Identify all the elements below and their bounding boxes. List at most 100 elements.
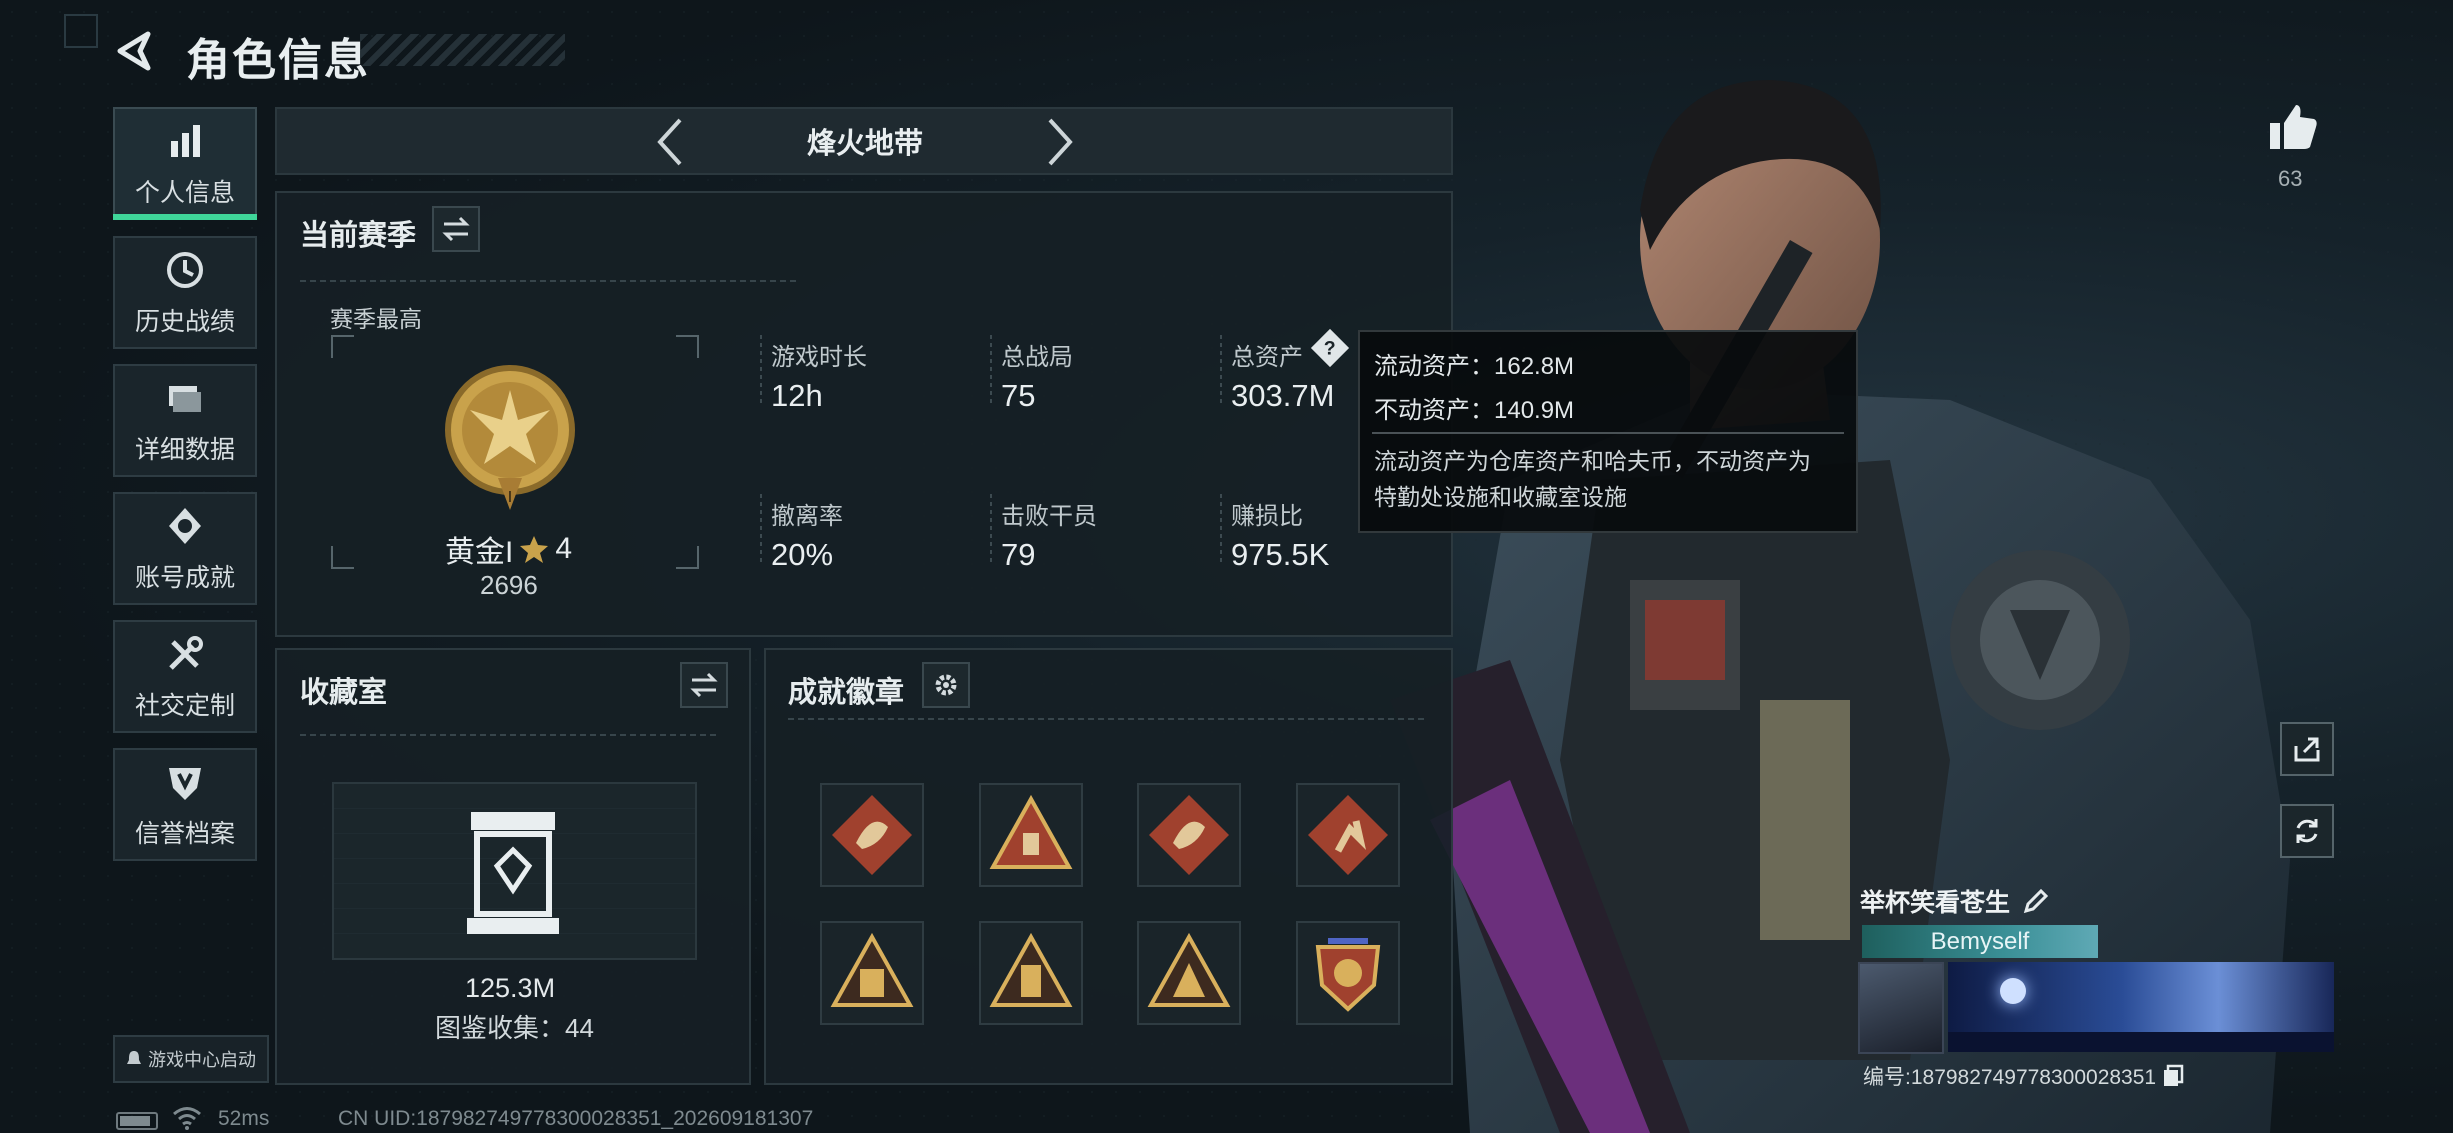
gear-icon	[935, 674, 957, 696]
moon-icon	[2000, 978, 2026, 1004]
player-id-row: 编号:187982749778300028351	[1863, 1061, 2184, 1091]
stat-label-operators-defeated: 击败干员	[1001, 503, 1097, 530]
stat-value-playtime: 12h	[771, 378, 823, 413]
tooltip-divider	[1372, 432, 1844, 434]
collection-switch-button[interactable]	[680, 662, 728, 708]
tower-badge-icon	[1147, 932, 1231, 1007]
nav-personal-info[interactable]: 个人信息	[113, 107, 257, 220]
tools-icon	[169, 635, 203, 670]
mode-name: 烽火地带	[806, 128, 923, 160]
nav-label: 历史战绩	[134, 307, 235, 336]
divider	[300, 280, 800, 282]
gold-rank-emblem: I	[445, 365, 575, 510]
stat-separator	[990, 494, 992, 564]
stat-label-profit-ratio: 赚损比	[1231, 503, 1303, 530]
stat-value-total-assets: 303.7M	[1231, 378, 1335, 413]
swap-icon	[442, 216, 470, 242]
title-decoration	[360, 34, 565, 66]
star-icon	[520, 536, 549, 563]
rank-stars: 4	[555, 532, 573, 565]
nav-social-custom[interactable]: 社交定制	[113, 620, 257, 733]
badge-slot[interactable]	[1296, 921, 1400, 1025]
share-icon	[2294, 737, 2320, 762]
nav-credit-record[interactable]: 信誉档案	[113, 748, 257, 861]
player-banner[interactable]	[1948, 962, 2334, 1052]
badge-slot[interactable]	[979, 783, 1083, 887]
swap-icon	[690, 672, 718, 698]
account-uid: CN UID:187982749778300028351_20260918130…	[338, 1107, 814, 1130]
refresh-button[interactable]	[2280, 804, 2334, 858]
rank-name: 黄金I	[445, 536, 514, 569]
nav-achievements[interactable]: 账号成就	[113, 492, 257, 605]
bar-chart-icon	[171, 124, 200, 157]
page-title: 角色信息	[186, 36, 370, 85]
corner-decoration	[64, 14, 98, 48]
display-case-icon	[467, 812, 559, 934]
next-mode-arrow-icon[interactable]	[1040, 112, 1080, 172]
season-switch-button[interactable]	[432, 206, 480, 252]
stat-value-profit-ratio: 975.5K	[1231, 537, 1330, 572]
player-id: 编号:187982749778300028351	[1863, 1066, 2157, 1089]
game-center-label: 游戏中心启动	[148, 1050, 256, 1070]
ping-value: 52ms	[218, 1107, 270, 1130]
avatar[interactable]	[1858, 962, 1944, 1054]
stat-value-extraction-rate: 20%	[771, 537, 834, 572]
game-center-launch-button[interactable]: 游戏中心启动	[113, 1035, 269, 1083]
folder-icon	[169, 385, 201, 412]
nav-label: 详细数据	[134, 435, 235, 464]
rank-line: 黄金I 4	[445, 527, 572, 571]
share-button[interactable]	[2280, 722, 2334, 776]
history-icon	[167, 251, 203, 288]
copy-icon[interactable]	[2162, 1064, 2184, 1088]
collection-title: 收藏室	[300, 677, 388, 709]
player-name: 举杯笑看苍生	[1860, 889, 2011, 917]
tooltip-fixed-assets: 不动资产：140.9M	[1374, 397, 1575, 424]
edit-icon[interactable]	[2022, 887, 2050, 915]
collection-count: 图鉴收集：44	[435, 1013, 594, 1043]
refresh-icon	[2296, 819, 2318, 843]
tooltip-note-line-2: 特勤处设施和收藏室设施	[1374, 484, 1627, 510]
stat-separator	[1220, 335, 1222, 405]
triangle-badge-icon	[989, 794, 1073, 869]
tower-badge-icon	[989, 932, 1073, 1007]
stat-label-total-assets: 总资产	[1231, 344, 1303, 371]
badge-slot[interactable]	[979, 921, 1083, 1025]
stat-label-playtime: 游戏时长	[771, 344, 867, 371]
divider	[788, 718, 1428, 720]
wifi-icon	[173, 1107, 201, 1130]
nav-label: 社交定制	[134, 691, 235, 720]
battery-icon	[116, 1112, 158, 1130]
rank-score: 2696	[480, 570, 538, 600]
tower-badge-icon	[830, 932, 914, 1007]
badge-slot[interactable]	[820, 921, 924, 1025]
dragon-badge-icon	[832, 795, 912, 875]
collection-value: 125.3M	[465, 973, 556, 1003]
assets-tooltip: 流动资产：162.8M 不动资产：140.9M 流动资产为仓库资产和哈夫币，不动…	[1358, 330, 1858, 533]
thumbs-up-icon[interactable]	[2268, 103, 2318, 151]
nav-label: 个人信息	[134, 178, 235, 207]
back-arrow-icon[interactable]	[112, 28, 158, 74]
nav-detail-data[interactable]: 详细数据	[113, 364, 257, 477]
stat-separator	[760, 335, 762, 405]
bell-icon	[127, 1051, 141, 1064]
season-title: 当前赛季	[300, 220, 417, 252]
tooltip-note-line-1: 流动资产为仓库资产和哈夫币，不动资产为	[1374, 448, 1811, 474]
divider	[300, 734, 720, 736]
stat-value-total-matches: 75	[1001, 378, 1036, 413]
tooltip-liquid-assets: 流动资产：162.8M	[1374, 353, 1575, 380]
badge-slot[interactable]	[1296, 783, 1400, 887]
svg-text:I: I	[508, 489, 512, 506]
prev-mode-arrow-icon[interactable]	[650, 112, 690, 172]
badge-slot[interactable]	[1137, 921, 1241, 1025]
player-title-tag: Bemyself	[1862, 925, 2098, 958]
season-best-label: 赛季最高	[330, 306, 422, 332]
nav-label: 账号成就	[134, 563, 235, 592]
badge-slot[interactable]	[1137, 783, 1241, 887]
nav-label: 信誉档案	[134, 819, 235, 848]
medal-icon	[169, 507, 201, 544]
badges-settings-button[interactable]	[922, 662, 970, 708]
badge-slot[interactable]	[820, 783, 924, 887]
stat-value-operators-defeated: 79	[1001, 537, 1036, 572]
stat-label-extraction-rate: 撤离率	[771, 503, 843, 530]
nav-history[interactable]: 历史战绩	[113, 236, 257, 349]
